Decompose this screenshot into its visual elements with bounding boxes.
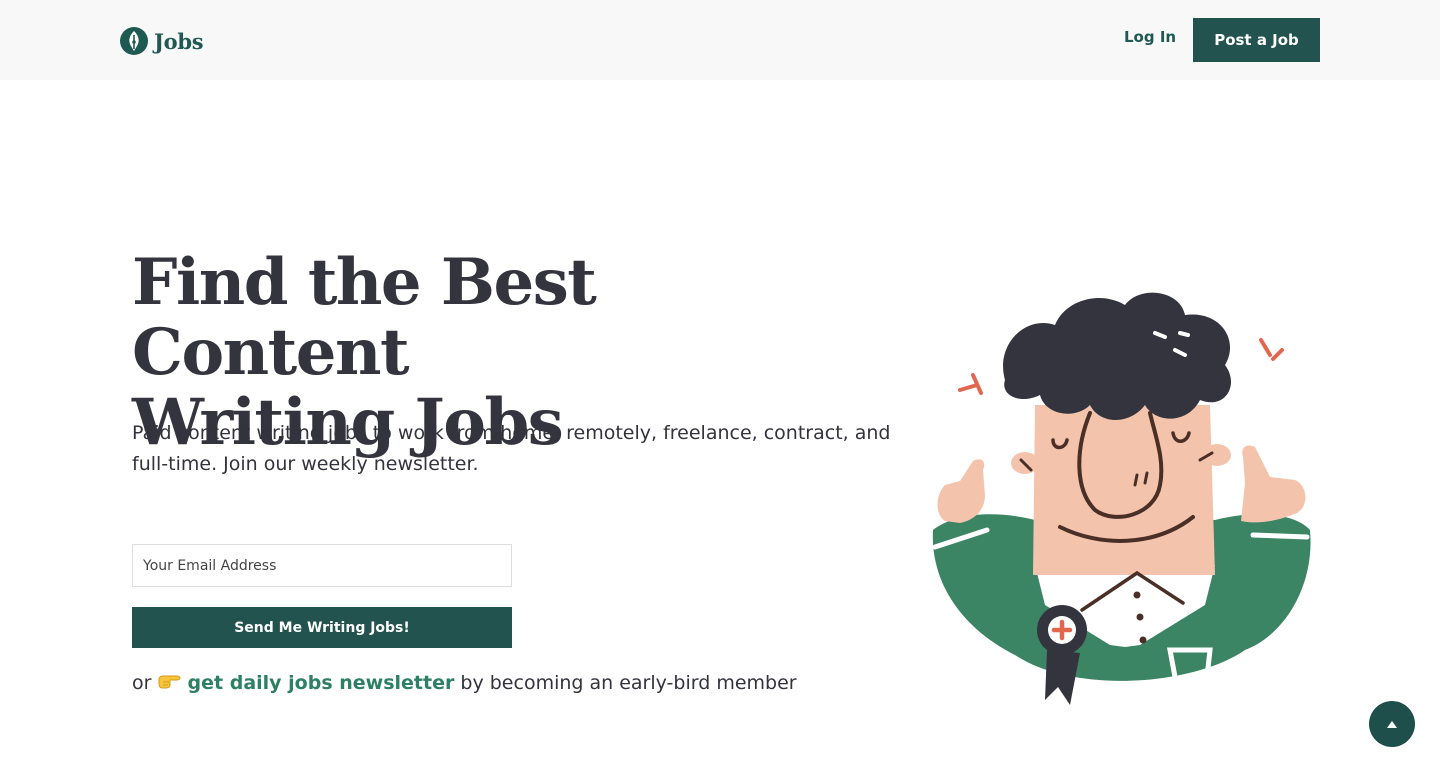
- scroll-to-top-button[interactable]: [1369, 701, 1415, 747]
- login-link[interactable]: Log In: [1124, 28, 1176, 46]
- hero-title-line-1: Find the Best Content: [132, 245, 597, 390]
- send-writing-jobs-button[interactable]: Send Me Writing Jobs!: [132, 607, 512, 648]
- site-header: Jobs Log In Post a Job: [0, 0, 1440, 80]
- cta-suffix: by becoming an early-bird member: [460, 672, 797, 694]
- email-field[interactable]: [132, 544, 512, 587]
- daily-jobs-newsletter-link[interactable]: get daily jobs newsletter: [188, 672, 455, 694]
- cta-prefix: or: [132, 672, 152, 694]
- hero-subtitle: Paid content writing jobs to work from h…: [132, 422, 891, 475]
- thumbs-up-writer-illustration: [932, 292, 1311, 705]
- site-logo[interactable]: Jobs: [120, 26, 204, 56]
- logo-text: Jobs: [154, 28, 204, 54]
- arrow-up-icon: [1387, 720, 1397, 728]
- pointing-hand-icon: [158, 675, 181, 689]
- post-job-button[interactable]: Post a Job: [1193, 18, 1320, 62]
- early-bird-cta: or get daily jobs newsletter by becoming…: [132, 672, 892, 694]
- pen-nib-icon: [120, 27, 148, 55]
